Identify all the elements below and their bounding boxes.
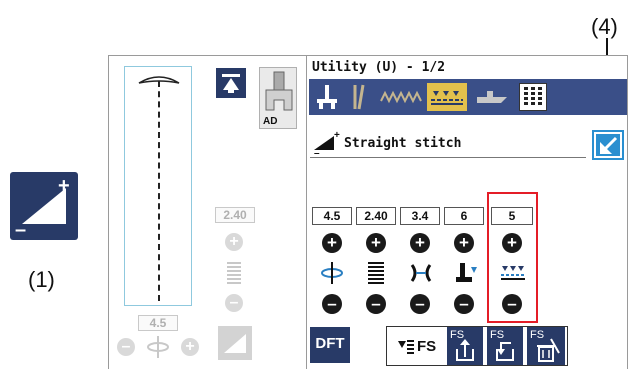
stitch-adjust-icon-large: + – [10,172,78,241]
width-minus-button[interactable]: – [225,294,243,312]
highlight-frame [487,192,538,323]
width-value: 2.40 [215,207,255,223]
stitch-length-icon [368,261,384,290]
svg-text:+: + [58,175,70,197]
callout-label-4: (4) [591,14,618,39]
svg-text:+: + [334,130,340,141]
foot-pressure-minus-button[interactable]: – [454,294,474,314]
thread-tension-minus-button[interactable]: – [410,294,430,314]
position-minus-button[interactable]: – [117,338,135,356]
page-up-button[interactable] [216,68,246,98]
stitch-preview [124,66,192,306]
setting-value-stitch-length: 2.40 [356,207,396,225]
needle-position-icon-faded [146,335,170,364]
fs-recall-button[interactable]: FS [487,327,523,365]
stitch-adjust-button-faded[interactable] [218,326,252,360]
fs-save-button[interactable]: FS [447,327,483,365]
default-button[interactable]: DFT [310,327,350,363]
setting-value-thread-tension: 3.4 [400,207,440,225]
presser-foot-ad-icon: AD [259,67,297,129]
setting-value-foot-pressure: 6 [444,207,484,225]
fs-tension-icon [397,339,415,360]
stitch-length-plus-button[interactable]: + [366,233,386,253]
width-plus-button[interactable]: + [225,233,243,251]
stitch-length-minus-button[interactable]: – [366,294,386,314]
expand-view-button[interactable] [592,130,624,160]
thread-tension-icon [408,261,434,290]
svg-text:–: – [314,148,320,156]
needle-position-plus-button[interactable]: + [322,233,342,253]
foot-pressure-plus-button[interactable]: + [454,233,474,253]
svg-text:–: – [15,219,26,240]
fs-delete-button[interactable]: FS [527,327,565,365]
stitch-line [158,81,160,301]
setting-value-needle-position: 4.5 [312,207,352,225]
position-plus-button[interactable]: + [181,338,199,356]
tie-off-icon[interactable] [427,83,467,111]
panel-divider [306,56,307,369]
mode-toolbar [309,79,627,115]
position-value: 4.5 [138,315,178,331]
fs-label: FS [417,338,437,355]
stitch-width-icon [227,261,241,285]
ad-label: AD [263,116,278,127]
screen-title: Utility (U) - 1/2 [312,60,446,75]
elongation-icon[interactable] [379,83,423,111]
needle-stop-icon[interactable] [313,83,341,111]
stitch-name: Straight stitch [344,136,462,151]
callout-label-1: (1) [28,267,55,292]
stitch-name-underline [310,157,586,158]
foot-pressure-icon [454,261,478,290]
needle-position-minus-button[interactable]: – [322,294,342,314]
needle-position-icon [320,261,344,290]
memory-grid-icon[interactable] [519,83,547,111]
thread-tension-plus-button[interactable]: + [410,233,430,253]
twin-needle-icon[interactable] [345,83,373,111]
presser-foot-icon[interactable] [473,83,513,111]
